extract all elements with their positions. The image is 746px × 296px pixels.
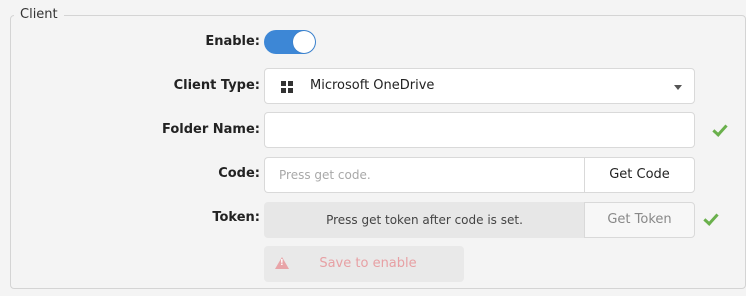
enable-label: Enable:: [205, 34, 260, 49]
code-input-group: Press get code. Get Code: [264, 157, 695, 193]
get-token-button[interactable]: Get Token: [584, 202, 695, 238]
client-type-label: Client Type:: [173, 78, 260, 93]
code-input[interactable]: Press get code.: [264, 157, 585, 193]
chevron-down-icon: [674, 85, 682, 90]
client-type-select[interactable]: Microsoft OneDrive: [264, 68, 695, 104]
save-to-enable-button[interactable]: Save to enable: [264, 246, 464, 282]
enable-toggle[interactable]: [264, 30, 316, 54]
save-button-label: Save to enable: [319, 256, 417, 271]
token-status: Press get token after code is set.: [264, 202, 585, 238]
client-type-value: Microsoft OneDrive: [310, 78, 435, 93]
toggle-knob: [293, 31, 315, 53]
code-label: Code:: [218, 166, 260, 181]
token-input-group: Press get token after code is set. Get T…: [264, 202, 695, 238]
token-label: Token:: [212, 210, 260, 225]
fieldset-legend: Client: [14, 6, 64, 24]
folder-name-input[interactable]: [264, 112, 695, 148]
code-placeholder: Press get code.: [279, 168, 371, 182]
windows-icon: [281, 81, 293, 93]
folder-name-label: Folder Name:: [161, 122, 260, 137]
get-code-button[interactable]: Get Code: [584, 157, 695, 193]
